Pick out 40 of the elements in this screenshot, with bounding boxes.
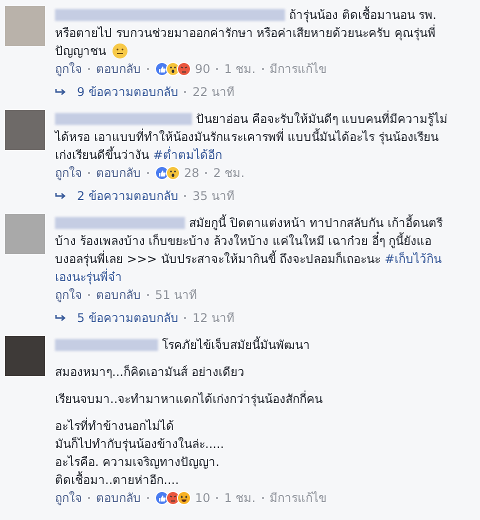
comment-text: เก่งเรียนดีขึ้นว่างัน — [55, 146, 149, 164]
action-link[interactable]: ตอบกลับ — [96, 164, 141, 182]
reply-timestamp: 22 นาที — [192, 84, 235, 101]
reply-arrow-icon — [55, 87, 67, 97]
action-link[interactable]: ตอบกลับ — [96, 286, 141, 304]
reply-arrow-icon — [55, 313, 67, 323]
action-link[interactable]: ถูกใจ — [55, 164, 82, 182]
comment-text: มันก็ไปทำกับรุ่นน้องข้างในล่ะ..... — [55, 436, 224, 453]
action-link[interactable]: ตอบกลับ — [96, 60, 141, 78]
replies-link[interactable]: 9 ข้อความตอบกลับ — [77, 83, 178, 101]
comment-text: ติดเชื้อมา..ตายห่าอีก.... — [55, 471, 179, 489]
reply-arrow-icon — [55, 191, 67, 201]
comment-text: ปันยาอ่อน คือจะรับให้มันดีๆ แบบคนที่มีความรู้ไม่ — [196, 110, 448, 128]
comment-text: โรคภัยไข้เจ็บสมัยนี้มันพัฒนา — [162, 336, 310, 354]
comment-text: ถ้ารุ่นน้อง ติดเชื้อมานอน รพ. — [289, 6, 436, 24]
comment-text: อะไรคือ. ความเจริญทางปัญญา. — [55, 454, 220, 471]
hashtag-link[interactable]: เองนะรุ่นพี่จ๋า — [55, 268, 122, 286]
action-link[interactable]: ถูกใจ — [55, 286, 82, 304]
replies-link[interactable]: 5 ข้อความตอบกลับ — [77, 309, 178, 327]
action-link[interactable]: ตอบกลับ — [96, 489, 141, 507]
comment-text: ได้หรอ เอาแบบที่ทำให้น้องมันรักแระเคารพพี่ แบบนี้มันได้อะไร รุ่นน้องเรียน — [55, 128, 438, 146]
replies-link[interactable]: 2 ข้อความตอบกลับ — [77, 187, 178, 205]
avatar — [5, 6, 45, 46]
comment-text: บ้าง ร้องเพลงบ้าง เก็บขยะบ้าง ล้วงใหบ้าง แค่ในใหมี เฉาก๋วย อี๋ๆ กูนี้ยังแอ — [55, 232, 432, 250]
reply-timestamp: 35 นาที — [192, 188, 235, 205]
action-link[interactable]: ถูกใจ — [55, 489, 82, 507]
action-link[interactable]: ถูกใจ — [55, 60, 82, 78]
comment-text: บงอลรุ่นพี่เลย >>> นับประสาจะให้มากินขี้ ถึงจะปลอมก็เถอะนะ — [55, 250, 381, 268]
avatar — [5, 336, 45, 376]
comment-text: หรือตายไป รบกวนช่วยมาออกค่ารักษา หรือค่าเสียหายด้วยนะครับ คุณรุ่นพี่ — [55, 24, 436, 42]
comment-text: ปัญญาชน — [55, 43, 106, 60]
comment-text: อะไรที่ทำข้างนอกไม่ได้ — [55, 417, 174, 435]
avatar — [5, 110, 45, 150]
comment-text: เรียนจบมา..จะทำมาหาแดกได้เก่งกว่ารุ่นน้องสักกี่คน — [55, 390, 323, 408]
avatar — [5, 214, 45, 254]
hashtag-link[interactable]: #เก็บไว้กิน — [384, 250, 442, 268]
hashtag-link[interactable]: #ต่ำตมได้อีก — [153, 146, 222, 164]
reply-timestamp: 12 นาที — [192, 310, 235, 327]
comment-text: สมองหมาๆ...ก็คิดเอามันส์ อย่างเดียว — [55, 364, 244, 381]
comment-text: สมัยกูนี้ ปิดตาแต่งหน้า ทาปากสลับกัน เก้าอี้ดนตรี — [189, 214, 442, 232]
